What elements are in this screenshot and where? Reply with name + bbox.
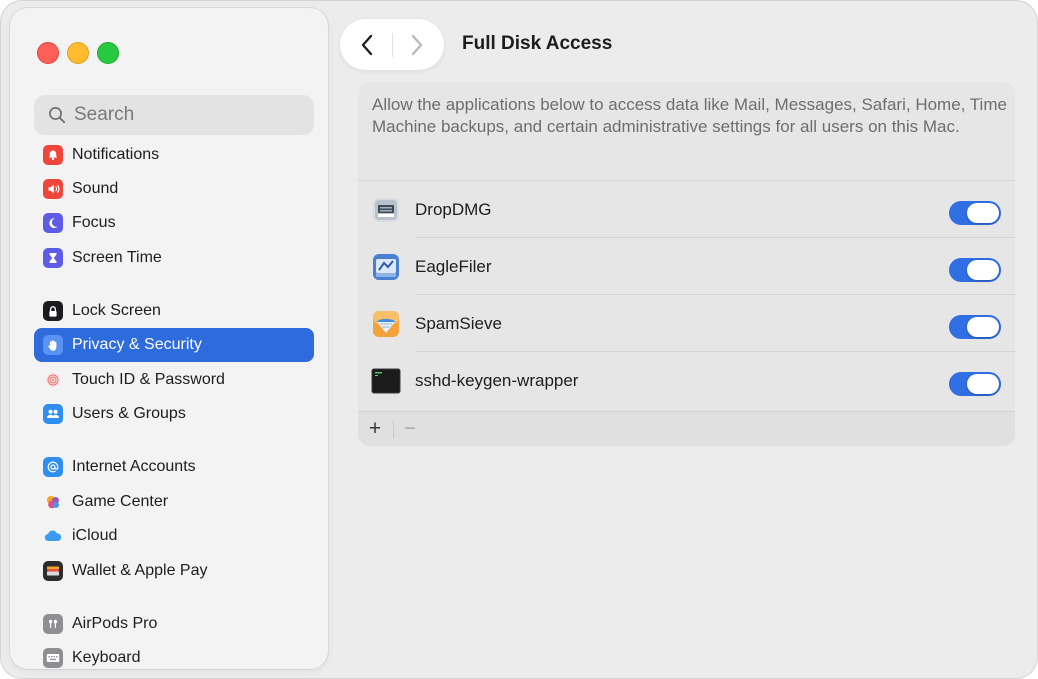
sidebar: Search Notifications Sound Focus Screen … <box>10 8 328 669</box>
sidebar-item-users-groups[interactable]: Users & Groups <box>34 397 314 431</box>
app-row: EagleFiler <box>358 238 1015 295</box>
sidebar-item-label: Privacy & Security <box>72 336 202 353</box>
search-placeholder: Search <box>74 104 135 125</box>
sidebar-item-label: Notifications <box>72 146 160 163</box>
at-icon <box>43 457 63 477</box>
sidebar-item-focus[interactable]: Focus <box>34 206 314 240</box>
close-window-button[interactable] <box>37 42 59 64</box>
sidebar-item-icloud[interactable]: iCloud <box>34 519 314 553</box>
app-row: sshd-keygen-wrapper <box>358 352 1015 411</box>
sidebar-item-label: Game Center <box>72 493 169 510</box>
toggle-knob <box>967 260 999 280</box>
sidebar-item-label: Touch ID & Password <box>72 371 225 388</box>
search-icon <box>49 107 66 124</box>
settings-window: Search Notifications Sound Focus Screen … <box>0 0 1038 679</box>
forward-button[interactable] <box>402 30 432 60</box>
sidebar-item-label: Keyboard <box>72 649 141 666</box>
hourglass-icon <box>43 248 63 268</box>
back-button[interactable] <box>352 30 382 60</box>
eaglefiler-access-toggle[interactable] <box>949 258 1001 282</box>
description-text: Allow the applications below to access d… <box>372 95 1007 136</box>
sidebar-item-label: Focus <box>72 214 116 231</box>
maximize-window-button[interactable] <box>97 42 119 64</box>
sshd-keygen-wrapper-access-toggle[interactable] <box>949 372 1001 396</box>
remove-app-button[interactable]: − <box>398 416 422 442</box>
terminal-exec-icon <box>371 368 401 394</box>
search-field[interactable]: Search <box>34 95 314 135</box>
chevron-left-icon <box>361 34 373 56</box>
list-footer: + − <box>358 411 1015 446</box>
full-disk-access-panel: Allow the applications below to access d… <box>358 82 1015 446</box>
sidebar-item-airpods[interactable]: AirPods Pro <box>34 607 314 641</box>
sidebar-item-touch-id[interactable]: Touch ID & Password <box>34 363 314 397</box>
sidebar-item-label: iCloud <box>72 527 118 544</box>
navigation-control <box>340 19 444 70</box>
sidebar-item-label: Users & Groups <box>72 405 186 422</box>
sidebar-item-label: Sound <box>72 180 119 197</box>
toggle-knob <box>967 317 999 337</box>
moon-icon <box>43 213 63 233</box>
sidebar-item-lock-screen[interactable]: Lock Screen <box>34 294 314 328</box>
sidebar-item-wallet[interactable]: Wallet & Apple Pay <box>34 554 314 588</box>
wallet-icon <box>43 561 63 581</box>
minimize-window-button[interactable] <box>67 42 89 64</box>
sidebar-item-label: Screen Time <box>72 249 162 266</box>
app-name: SpamSieve <box>415 314 502 333</box>
spamsieve-access-toggle[interactable] <box>949 315 1001 339</box>
sidebar-item-internet-accounts[interactable]: Internet Accounts <box>34 450 314 484</box>
nav-divider <box>392 33 393 57</box>
sidebar-item-label: AirPods Pro <box>72 615 158 632</box>
add-app-button[interactable]: + <box>363 416 387 442</box>
app-name: DropDMG <box>415 200 492 219</box>
sidebar-item-sound[interactable]: Sound <box>34 172 314 206</box>
spamsieve-icon <box>373 311 399 337</box>
lock-icon <box>43 301 63 321</box>
users-icon <box>43 404 63 424</box>
sidebar-item-label: Internet Accounts <box>72 458 196 475</box>
app-name: EagleFiler <box>415 257 492 276</box>
speaker-icon <box>43 179 63 199</box>
hand-icon <box>43 335 63 355</box>
sidebar-item-game-center[interactable]: Game Center <box>34 485 314 519</box>
airpods-icon <box>43 614 63 634</box>
toggle-knob <box>967 203 999 223</box>
footer-divider <box>393 421 394 438</box>
chevron-right-icon <box>411 34 423 56</box>
sidebar-item-label: Wallet & Apple Pay <box>72 562 208 579</box>
bell-icon <box>43 145 63 165</box>
dropdmg-access-toggle[interactable] <box>949 201 1001 225</box>
cloud-icon <box>43 526 63 546</box>
sidebar-item-privacy-security[interactable]: Privacy & Security <box>34 328 314 362</box>
sidebar-item-screen-time[interactable]: Screen Time <box>34 241 314 275</box>
eaglefiler-icon <box>373 254 399 280</box>
app-row: DropDMG <box>358 181 1015 238</box>
game-center-icon <box>43 492 63 512</box>
sidebar-item-keyboard[interactable]: Keyboard <box>34 641 314 669</box>
sidebar-item-label: Lock Screen <box>72 302 161 319</box>
keyboard-icon <box>43 648 63 668</box>
fingerprint-icon <box>43 370 63 390</box>
app-row: SpamSieve <box>358 295 1015 352</box>
sidebar-item-notifications[interactable]: Notifications <box>34 138 314 172</box>
toggle-knob <box>967 374 999 394</box>
dropdmg-icon <box>373 198 399 222</box>
page-title: Full Disk Access <box>462 33 613 54</box>
app-name: sshd-keygen-wrapper <box>415 371 579 390</box>
